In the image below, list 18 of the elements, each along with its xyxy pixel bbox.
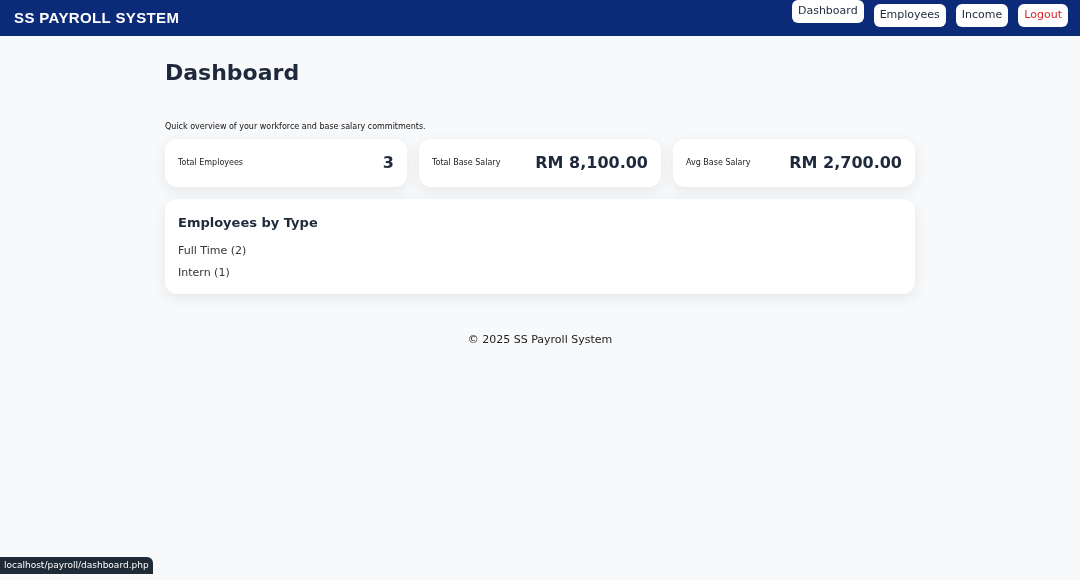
nav-link[interactable]: Income [955,4,1009,27]
type-count: Intern (1) [178,265,231,281]
brand-title: SS PAYROLL SYSTEM [14,7,180,28]
page-title: Dashboard [165,59,301,87]
stat-label: Total Base Salary [432,157,501,169]
stat-label: Total Employees [178,157,243,169]
nav-link[interactable]: Employees [873,4,946,27]
nav-link[interactable]: Logout [1018,4,1068,27]
stat-value: 3 [382,152,394,174]
status-url: localhost/payroll/dashboard.php [0,556,153,574]
footer-text: © 2025 SS Payroll System [466,331,614,348]
stat-label: Avg Base Salary [686,157,751,169]
stat-value: RM 8,100.00 [535,152,648,174]
type-count: Full Time (2) [178,242,248,259]
card-heading: Employees by Type [178,214,319,232]
page-subtitle: Quick overview of your workforce and base salary commitments. [165,121,427,133]
stat-value: RM 2,700.00 [789,152,902,174]
nav-link[interactable]: Dashboard [791,0,864,23]
